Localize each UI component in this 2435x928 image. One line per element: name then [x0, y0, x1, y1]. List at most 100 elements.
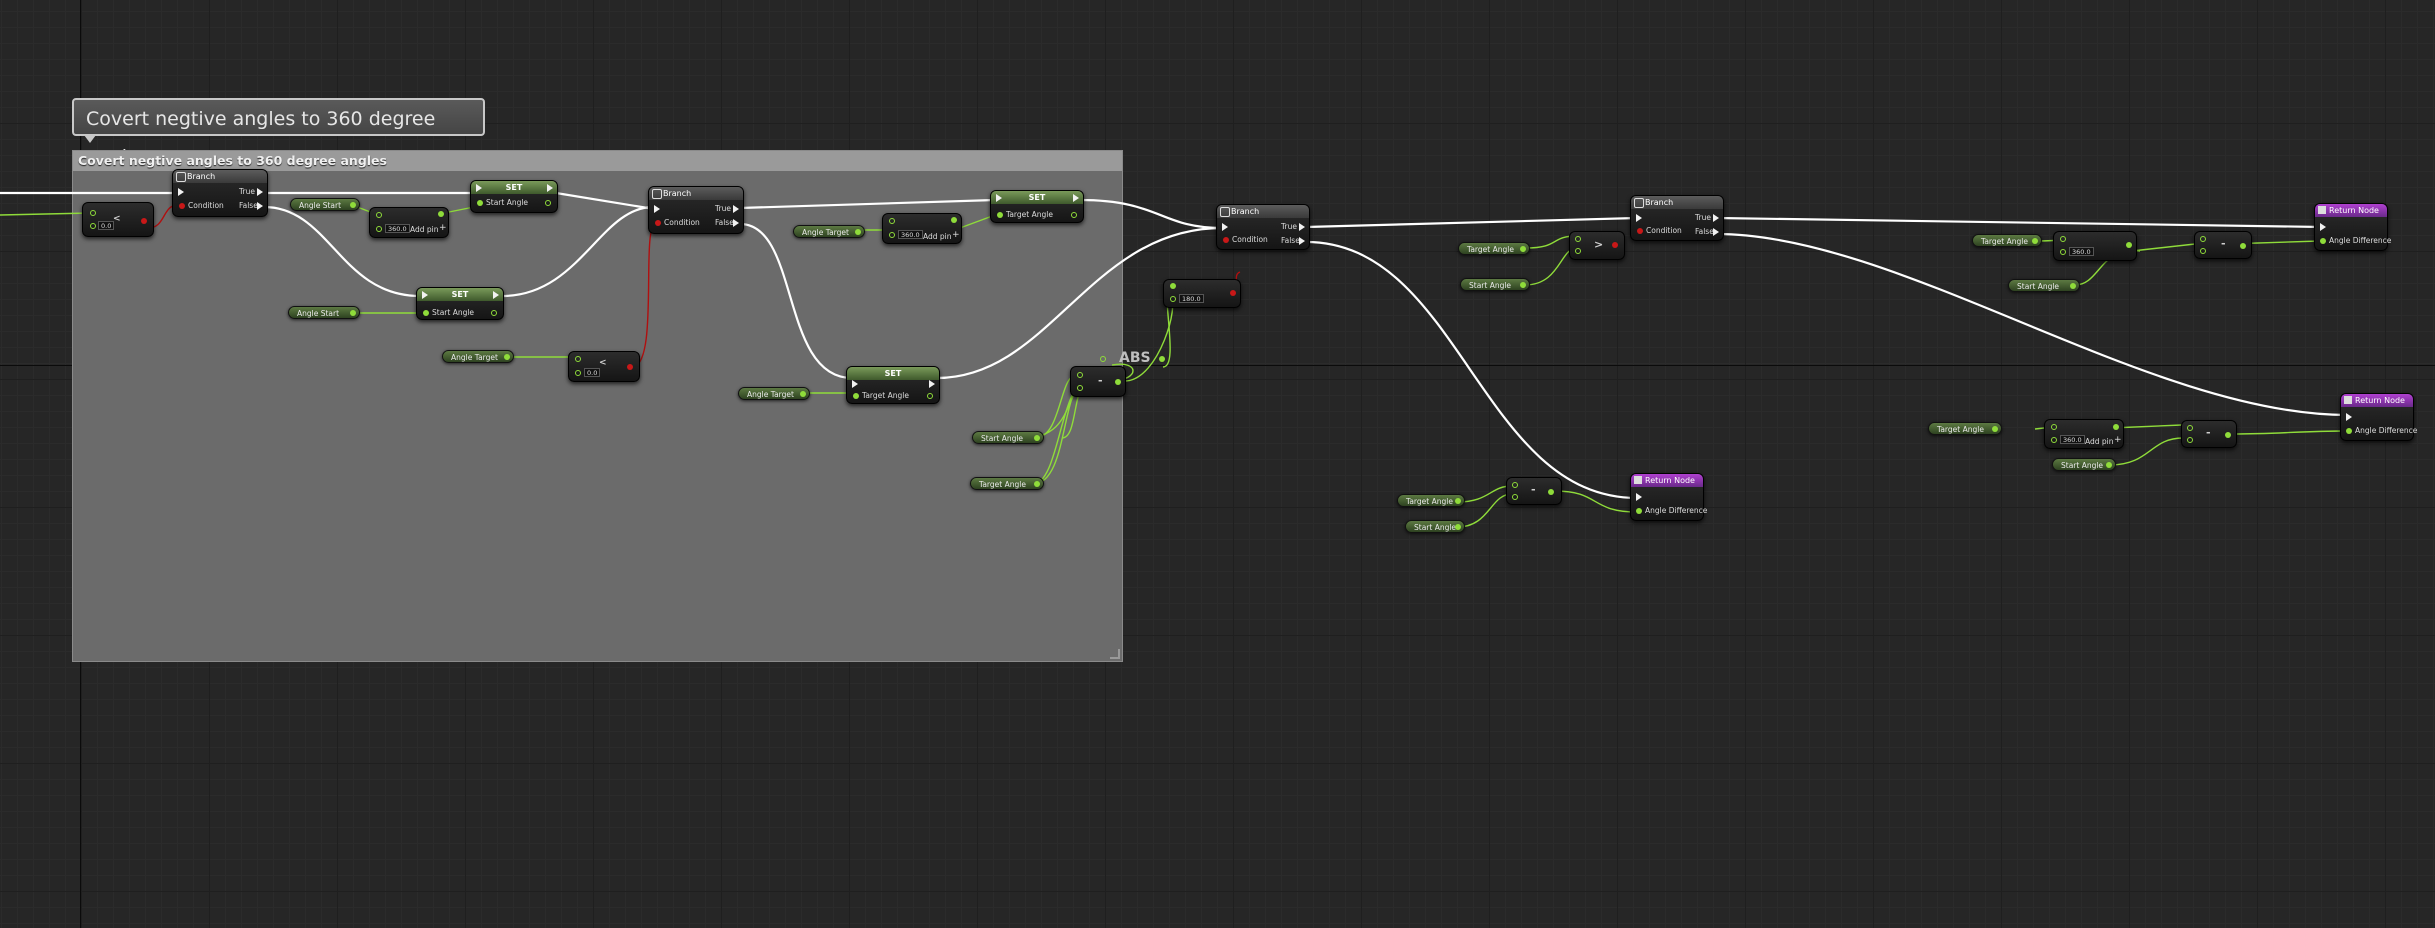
output-pin[interactable] [855, 229, 861, 235]
exec-in-pin[interactable] [996, 194, 1002, 202]
angle-target-getter[interactable]: Angle Target [793, 225, 865, 238]
output-pin[interactable] [1034, 435, 1040, 441]
false-exec-pin[interactable] [1299, 237, 1305, 245]
add-pin-label[interactable]: Add pin [923, 232, 952, 241]
exec-in-pin[interactable] [476, 184, 482, 192]
input-a-pin[interactable] [90, 210, 96, 216]
exec-in-pin[interactable] [2320, 223, 2326, 231]
subtract-node-4[interactable]: - [2181, 420, 2237, 448]
output-pin[interactable] [1520, 282, 1526, 288]
input-b-field[interactable]: 360.0 [385, 224, 410, 233]
output-pin[interactable] [627, 364, 633, 370]
angle-target-getter[interactable]: Angle Target [442, 350, 514, 363]
input-b-pin[interactable] [90, 223, 96, 229]
output-pin[interactable] [2240, 243, 2246, 249]
input-b-pin[interactable] [2187, 437, 2193, 443]
add-pin-plus[interactable]: + [952, 230, 960, 240]
branch-node-2[interactable]: Branch Condition True False [648, 186, 744, 234]
branch-node-3[interactable]: Branch Condition True False [1216, 204, 1310, 250]
exec-in-pin[interactable] [1222, 223, 1228, 231]
output-pin[interactable] [1159, 356, 1165, 362]
add-pin-label[interactable]: Add pin [410, 225, 439, 234]
condition-pin[interactable] [1637, 228, 1643, 234]
input-b-pin[interactable] [2060, 249, 2066, 255]
add-node-1[interactable]: 360.0 Add pin + [369, 207, 449, 238]
start-angle-pin[interactable] [423, 310, 429, 316]
input-a-pin[interactable] [1512, 482, 1518, 488]
add-pin-plus[interactable]: + [439, 223, 447, 233]
target-angle-pin[interactable] [997, 212, 1003, 218]
abs-node[interactable]: ABS [1098, 347, 1172, 371]
exec-in-pin[interactable] [1636, 214, 1642, 222]
input-a-pin[interactable] [1170, 283, 1176, 289]
output-pin[interactable] [800, 391, 806, 397]
start-angle-getter[interactable]: Start Angle [1405, 520, 1465, 533]
input-a-pin[interactable] [2200, 236, 2206, 242]
exec-in-pin[interactable] [178, 188, 184, 196]
input-a-pin[interactable] [2187, 425, 2193, 431]
target-angle-getter[interactable]: Target Angle [970, 477, 1044, 490]
exec-in-pin[interactable] [422, 291, 428, 299]
true-exec-pin[interactable] [733, 205, 739, 213]
input-b-field[interactable]: 360.0 [2069, 247, 2094, 256]
angle-difference-pin[interactable] [2320, 238, 2326, 244]
input-a-pin[interactable] [889, 218, 895, 224]
less-than-node-2[interactable]: 0.0 < [568, 351, 640, 382]
condition-pin[interactable] [1223, 237, 1229, 243]
exec-in-pin[interactable] [1636, 493, 1642, 501]
target-angle-getter[interactable]: Target Angle [1397, 494, 1465, 507]
true-exec-pin[interactable] [257, 188, 263, 196]
subtract-node-3[interactable]: - [2194, 231, 2252, 259]
output-pin[interactable] [2032, 238, 2038, 244]
output-pin[interactable] [438, 211, 444, 217]
input-b-pin[interactable] [376, 226, 382, 232]
angle-difference-pin[interactable] [2346, 428, 2352, 434]
output-pin[interactable] [1520, 246, 1526, 252]
start-angle-pin[interactable] [477, 200, 483, 206]
input-a-pin[interactable] [2060, 236, 2066, 242]
set-target-angle-node-1[interactable]: SET Target Angle [990, 190, 1084, 223]
output-pin[interactable] [1455, 498, 1461, 504]
true-exec-pin[interactable] [1299, 223, 1305, 231]
output-pin[interactable] [141, 218, 147, 224]
input-a-pin[interactable] [1575, 236, 1581, 242]
output-pin[interactable] [2126, 242, 2132, 248]
exec-out-pin[interactable] [493, 291, 499, 299]
greater-than-node[interactable]: > [1569, 231, 1625, 260]
output-pin[interactable] [1034, 481, 1040, 487]
return-node-2[interactable]: Return Node Angle Difference [2314, 203, 2391, 251]
start-angle-getter[interactable]: Start Angle [972, 431, 1044, 444]
angle-start-getter[interactable]: Angle Start [288, 306, 360, 319]
output-pin[interactable] [504, 354, 510, 360]
add-pin-plus[interactable]: + [2114, 435, 2122, 445]
exec-out-pin[interactable] [929, 380, 935, 388]
condition-pin[interactable] [655, 220, 661, 226]
input-b-field[interactable]: 360.0 [898, 230, 923, 239]
exec-out-pin[interactable] [1073, 194, 1079, 202]
greater-than-180-node[interactable]: 180.0 [1163, 279, 1241, 308]
set-start-angle-node-2[interactable]: SET Start Angle [416, 287, 504, 320]
input-b-field[interactable]: 180.0 [1179, 294, 1204, 303]
output-pin[interactable] [2113, 424, 2119, 430]
set-target-angle-node-2[interactable]: SET Target Angle [846, 366, 940, 404]
output-pin[interactable] [1612, 242, 1618, 248]
add-pin-label[interactable]: Add pin [2085, 437, 2114, 446]
input-pin[interactable] [1100, 356, 1106, 362]
input-b-pin[interactable] [2051, 437, 2057, 443]
output-pin[interactable] [1992, 426, 1998, 432]
input-b-field[interactable]: 360.0 [2060, 435, 2085, 444]
start-angle-getter[interactable]: Start Angle [2008, 279, 2080, 292]
output-pin[interactable] [491, 310, 497, 316]
input-a-pin[interactable] [376, 212, 382, 218]
target-angle-getter[interactable]: Target Angle [1972, 234, 2042, 247]
output-pin[interactable] [1230, 290, 1236, 296]
input-b-pin[interactable] [2200, 248, 2206, 254]
branch-node-1[interactable]: Branch Condition True False [172, 169, 268, 217]
input-a-pin[interactable] [2051, 424, 2057, 430]
output-pin[interactable] [350, 310, 356, 316]
output-pin[interactable] [1071, 212, 1077, 218]
false-exec-pin[interactable] [1713, 228, 1719, 236]
output-pin[interactable] [545, 200, 551, 206]
branch-node-4[interactable]: Branch Condition True False [1630, 195, 1724, 241]
exec-out-pin[interactable] [547, 184, 553, 192]
